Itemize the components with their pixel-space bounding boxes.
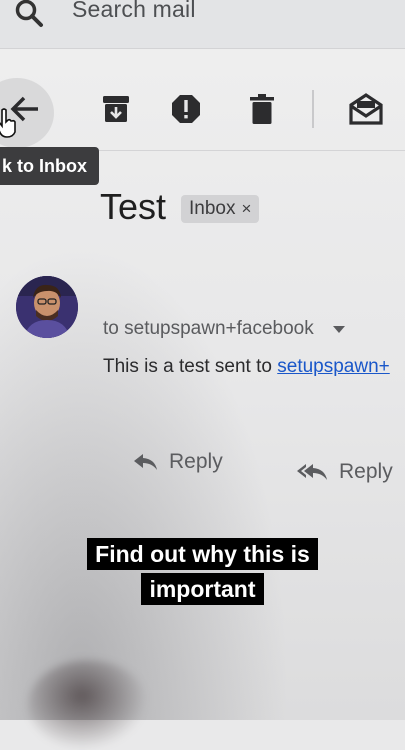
back-to-inbox-tooltip: k to Inbox xyxy=(0,147,99,185)
mark-unread-icon[interactable] xyxy=(348,92,384,126)
inbox-label-text: Inbox xyxy=(189,198,236,219)
search-input[interactable]: Search mail xyxy=(72,0,196,23)
reply-all-label: Reply xyxy=(339,460,393,483)
caption-text-1: Find out why this is xyxy=(87,538,318,570)
message-body: This is a test sent to setupspawn+ xyxy=(103,356,390,378)
video-caption-line-2: important xyxy=(0,572,405,606)
video-caption-line-1: Find out why this is xyxy=(0,537,405,571)
message-toolbar xyxy=(0,70,405,151)
inbox-label-chip[interactable]: Inbox × xyxy=(181,195,260,223)
search-icon[interactable] xyxy=(12,0,46,34)
email-link[interactable]: setupspawn+ xyxy=(277,356,390,377)
finger-shadow xyxy=(28,660,148,750)
remove-label-icon[interactable]: × xyxy=(241,199,251,218)
chevron-down-icon[interactable] xyxy=(333,326,345,334)
avatar-photo xyxy=(16,276,78,338)
toolbar-divider xyxy=(312,90,314,128)
message-subject: Test xyxy=(100,186,167,227)
report-spam-icon[interactable] xyxy=(170,92,202,126)
reply-button[interactable]: Reply xyxy=(133,450,223,490)
reply-label: Reply xyxy=(169,450,223,473)
delete-icon[interactable] xyxy=(246,92,278,126)
reply-all-button[interactable]: Reply xyxy=(297,460,393,500)
mouse-hand-cursor xyxy=(0,108,16,138)
reply-all-icon xyxy=(297,464,327,481)
archive-icon[interactable] xyxy=(100,92,132,126)
reply-icon xyxy=(134,454,157,471)
search-bar[interactable]: Search mail xyxy=(0,0,405,49)
caption-text-2: important xyxy=(141,573,264,605)
sender-avatar[interactable] xyxy=(16,276,78,338)
message-body-text: This is a test sent to xyxy=(103,356,278,377)
recipient-line: to setupspawn+facebook xyxy=(103,318,314,339)
